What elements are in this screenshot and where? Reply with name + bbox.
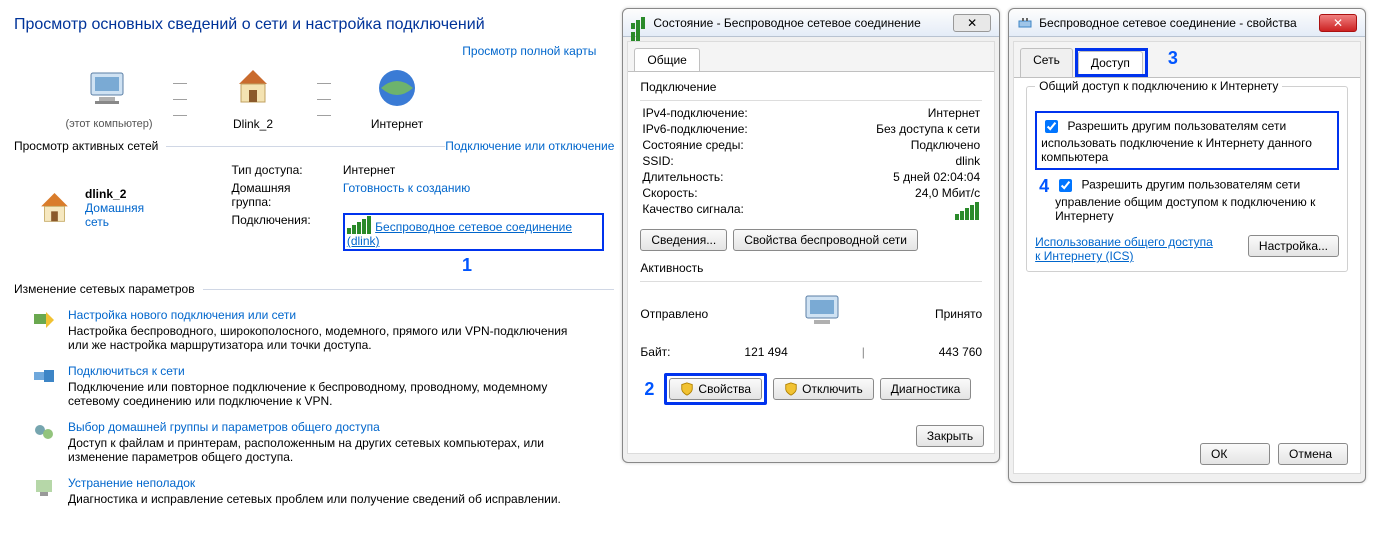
duration-label: Длительность: [642, 170, 723, 184]
tab-general[interactable]: Общие [634, 48, 699, 71]
allow-ics-label[interactable]: Разрешить другим пользователям сети испо… [1041, 119, 1312, 164]
ics-group-title: Общий доступ к подключению к Интернету [1035, 79, 1282, 93]
task-homegroup[interactable]: Выбор домашней группы и параметров общег… [68, 420, 588, 434]
connection-group-title: Подключение [640, 80, 982, 94]
network-category-link[interactable]: Домашняя сеть [85, 201, 169, 229]
activity-computer-icon [798, 288, 846, 336]
signal-quality-label: Качество сигнала: [642, 202, 743, 220]
node-dlink-label: Dlink_2 [198, 117, 308, 131]
activity-group-title: Активность [640, 261, 982, 275]
properties-button[interactable]: Свойства [669, 378, 762, 400]
close-button[interactable]: ✕ [1319, 14, 1357, 32]
page-title: Просмотр основных сведений о сети и наст… [14, 16, 614, 34]
ssid-label: SSID: [642, 154, 673, 168]
cancel-button[interactable]: Отмена [1278, 443, 1348, 465]
globe-icon [373, 64, 421, 112]
wifi-signal-icon [347, 216, 372, 234]
network-sharing-center: Просмотр основных сведений о сети и наст… [8, 8, 614, 535]
wireless-connection-link[interactable]: Беспроводное сетевое соединение (dlink) [347, 220, 572, 248]
allow-control-checkbox[interactable] [1059, 179, 1072, 192]
troubleshoot-icon [32, 476, 56, 500]
task-new-connection-desc: Настройка беспроводного, широкополосного… [68, 324, 588, 352]
network-info: Тип доступа: Интернет Домашняя группа: Г… [229, 161, 614, 255]
adapter-icon [1017, 15, 1033, 31]
network-name: dlink_2 [85, 187, 169, 201]
bytes-sent: 121 494 [744, 345, 787, 359]
bytes-received: 443 760 [939, 345, 982, 359]
computer-icon [85, 65, 133, 113]
network-map: (этот компьютер) — — — Dlink_2 — — — Инт… [54, 64, 614, 131]
ssid-value: dlink [955, 154, 980, 168]
diagnose-button[interactable]: Диагностика [880, 378, 972, 400]
task-connect-network[interactable]: Подключиться к сети [68, 364, 588, 378]
signal-quality-bars [955, 202, 980, 220]
settings-button[interactable]: Настройка... [1248, 235, 1339, 257]
ipv6-label: IPv6-подключение: [642, 122, 747, 136]
task-troubleshoot[interactable]: Устранение неполадок [68, 476, 561, 490]
uac-shield-icon [784, 382, 798, 396]
ics-help-link[interactable]: Использование общего доступа к Интернету… [1035, 235, 1215, 263]
dialog-title: Состояние - Беспроводное сетевое соедине… [653, 16, 953, 30]
tab-access[interactable]: Доступ [1078, 51, 1143, 74]
access-type-label: Тип доступа: [231, 163, 340, 179]
connections-label: Подключения: [231, 213, 340, 253]
close-button[interactable]: Закрыть [916, 425, 984, 447]
received-label: Принято [935, 307, 982, 321]
connect-network-icon [32, 364, 56, 388]
connection-properties-dialog: Беспроводное сетевое соединение - свойст… [1008, 8, 1366, 483]
speed-label: Скорость: [642, 186, 697, 200]
ipv4-label: IPv4-подключение: [642, 106, 747, 120]
callout-2: 2 [644, 379, 654, 400]
node-internet-label: Интернет [342, 117, 452, 131]
homegroup-label: Домашняя группа: [231, 181, 340, 211]
callout-4: 4 [1039, 176, 1049, 197]
homegroup-link[interactable]: Готовность к созданию [343, 181, 613, 211]
speed-value: 24,0 Мбит/с [915, 186, 980, 200]
dialog-title: Беспроводное сетевое соединение - свойст… [1039, 16, 1319, 30]
node-this-computer-label: (этот компьютер) [54, 118, 164, 130]
wireless-status-dialog: Состояние - Беспроводное сетевое соедине… [622, 8, 1000, 463]
ipv6-value: Без доступа к сети [876, 122, 980, 136]
allow-control-label[interactable]: Разрешить другим пользователям сети упра… [1055, 176, 1339, 223]
full-map-link[interactable]: Просмотр полной карты [14, 44, 614, 58]
callout-3: 3 [1168, 48, 1178, 77]
active-networks-label: Просмотр активных сетей [14, 139, 158, 153]
media-state-value: Подключено [911, 138, 980, 152]
wifi-signal-icon [631, 15, 647, 31]
task-connect-network-desc: Подключение или повторное подключение к … [68, 380, 588, 408]
wireless-properties-button[interactable]: Свойства беспроводной сети [733, 229, 918, 251]
close-button[interactable]: ✕ [953, 14, 991, 32]
duration-value: 5 дней 02:04:04 [893, 170, 980, 184]
task-homegroup-desc: Доступ к файлам и принтерам, расположенн… [68, 436, 588, 464]
uac-shield-icon [680, 382, 694, 396]
media-state-label: Состояние среды: [642, 138, 743, 152]
allow-ics-checkbox[interactable] [1045, 120, 1058, 133]
details-button[interactable]: Сведения... [640, 229, 727, 251]
connector-dots: — — — [308, 74, 342, 122]
access-type-value: Интернет [343, 163, 613, 179]
connect-disconnect-link[interactable]: Подключение или отключение [445, 139, 614, 153]
tab-network[interactable]: Сеть [1020, 48, 1073, 77]
sent-label: Отправлено [640, 307, 708, 321]
router-icon [229, 64, 277, 112]
disable-button[interactable]: Отключить [773, 378, 874, 400]
bytes-label: Байт: [640, 345, 670, 359]
task-new-connection[interactable]: Настройка нового подключения или сети [68, 308, 588, 322]
homegroup-icon [32, 420, 56, 444]
ok-button[interactable]: ОК [1200, 443, 1270, 465]
task-troubleshoot-desc: Диагностика и исправление сетевых пробле… [68, 492, 561, 506]
home-network-icon [34, 188, 75, 228]
new-connection-icon [32, 308, 56, 332]
connector-dots: — — — [164, 74, 198, 122]
ipv4-value: Интернет [928, 106, 980, 120]
change-settings-label: Изменение сетевых параметров [14, 282, 195, 296]
